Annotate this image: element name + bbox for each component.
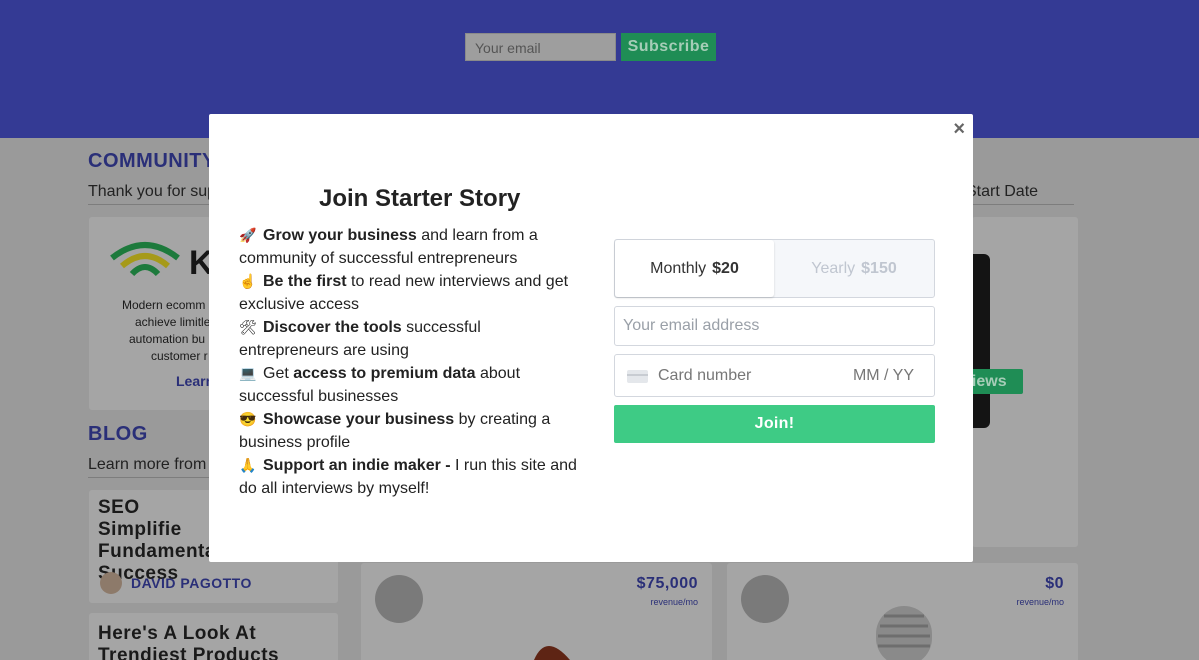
benefit-prefix: Get [263, 365, 294, 382]
benefit-item: 🙏 Support an indie maker - I run this sit… [239, 454, 579, 500]
benefit-item: 🛠 Discover the tools successful entrepren… [239, 316, 579, 362]
card-description-line: automation bu [129, 332, 206, 346]
expiry-placeholder[interactable]: MM / YY [853, 367, 914, 385]
modal-title: Join Starter Story [319, 185, 521, 212]
blog-post-title[interactable]: Here's A Look At Trendiest Products Sell… [98, 623, 333, 660]
blog-section-title: BLOG [88, 423, 148, 445]
microphone-image [876, 606, 932, 660]
benefit-item: 😎 Showcase your business by creating a bu… [239, 408, 579, 454]
card-description-line: Modern ecomm [122, 298, 206, 312]
email-field[interactable] [614, 306, 935, 346]
revenue-amount: $75,000 [636, 575, 698, 592]
pointing-finger-icon: ☝️ [239, 273, 257, 289]
product-image [534, 646, 570, 660]
laptop-icon: 💻 [239, 365, 257, 381]
community-section-title: COMMUNITY [88, 150, 216, 172]
benefit-item: 💻 Get access to premium data about succes… [239, 362, 579, 408]
subscribe-button[interactable]: Subscribe [621, 33, 716, 61]
revenue-unit: revenue/mo [1016, 597, 1064, 607]
plan-yearly-option[interactable]: Yearly $150 [774, 240, 934, 297]
benefit-bold: Grow your business [263, 227, 417, 244]
revenue-unit: revenue/mo [650, 597, 698, 607]
author-avatar [100, 572, 122, 594]
card-description-line: customer r [151, 349, 208, 363]
founder-avatar [741, 575, 789, 623]
benefit-bold: access to premium data [293, 365, 476, 382]
join-button[interactable]: Join! [614, 405, 935, 443]
benefit-item: ☝️ Be the first to read new interviews an… [239, 270, 579, 316]
card-input[interactable]: Card number MM / YY [614, 354, 935, 397]
benefit-bold: Discover the tools [263, 319, 402, 336]
start-date-header[interactable]: Start Date [966, 183, 1038, 201]
plan-toggle: Monthly $20 Yearly $150 [614, 239, 935, 298]
author-name[interactable]: DAVID PAGOTTO [131, 575, 252, 591]
founder-avatar [375, 575, 423, 623]
sunglasses-icon: 😎 [239, 411, 257, 427]
benefit-bold: Showcase your business [263, 411, 455, 428]
plan-price: $20 [712, 260, 739, 277]
card-number-placeholder[interactable]: Card number [658, 367, 751, 385]
benefit-bold: Support an indie maker - [263, 457, 451, 474]
credit-card-icon [627, 370, 648, 383]
benefit-bold: Be the first [263, 273, 347, 290]
plan-price: $150 [861, 260, 897, 277]
benefit-item: 🚀 Grow your business and learn from a com… [239, 224, 579, 270]
rocket-icon: 🚀 [239, 227, 257, 243]
join-modal: × Join Starter Story 🚀 Grow your business… [209, 114, 973, 562]
revenue-amount: $0 [1045, 575, 1064, 592]
plan-monthly-option[interactable]: Monthly $20 [615, 240, 774, 297]
folded-hands-icon: 🙏 [239, 457, 257, 473]
blog-post-title[interactable]: SEO Simplifie Fundamental Success [98, 497, 221, 585]
plan-label: Monthly [650, 260, 707, 277]
blog-divider [88, 477, 209, 478]
community-section-subtitle: Thank you for sup [88, 183, 217, 200]
hero-email-input[interactable]: Your email [465, 33, 616, 61]
plan-label: Yearly [811, 260, 856, 277]
wifi-logo-icon [110, 242, 180, 277]
card-description-line: achieve limitle [135, 315, 211, 329]
blog-section-subtitle: Learn more from t [88, 456, 216, 473]
benefits-list: 🚀 Grow your business and learn from a com… [239, 224, 579, 500]
tools-icon: 🛠 [239, 319, 257, 335]
close-icon[interactable]: × [953, 118, 965, 141]
